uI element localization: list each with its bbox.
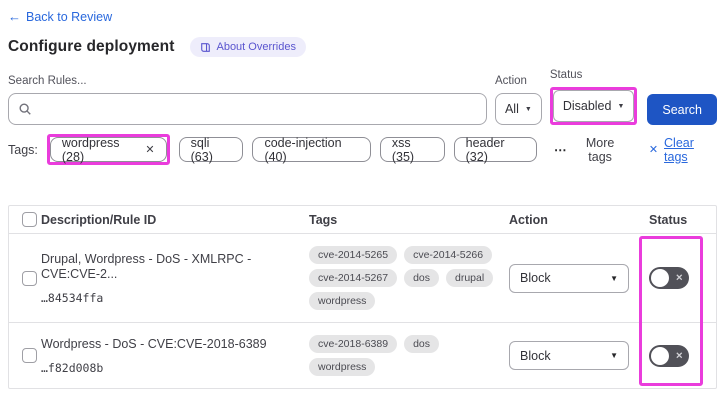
- select-all-checkbox[interactable]: [22, 212, 37, 227]
- clear-tags-link[interactable]: ✕ Clear tags: [649, 136, 717, 164]
- rule-tags: cve-2018-6389 dos wordpress: [309, 335, 499, 376]
- action-dropdown[interactable]: All ▼: [494, 93, 542, 125]
- tag-chip-list: sqli (63) code-injection (40) xss (35) h…: [178, 135, 537, 164]
- search-box: [8, 93, 487, 125]
- column-header-action: Action: [509, 212, 548, 227]
- table-row: Drupal, Wordpress - DoS - XMLRPC - CVE:C…: [9, 234, 716, 323]
- status-dropdown[interactable]: Disabled ▼: [552, 90, 635, 122]
- clear-icon: ✕: [648, 144, 659, 156]
- action-select[interactable]: Block ▼: [509, 263, 629, 293]
- tag-chip-label: header (32): [465, 135, 505, 164]
- more-tags-label: More tags: [585, 135, 615, 164]
- book-icon: [201, 42, 211, 52]
- action-label: Action: [494, 75, 527, 87]
- rules-table-body: Drupal, Wordpress - DoS - XMLRPC - CVE:C…: [9, 234, 716, 388]
- chevron-down-icon: ▼: [617, 102, 625, 110]
- action-select[interactable]: Block ▼: [509, 341, 629, 370]
- configure-deployment-page: ← Back to Review Configure deployment Ab…: [0, 0, 725, 406]
- rule-tag-pill: wordpress: [309, 358, 376, 376]
- rule-tag-pill: dos: [404, 269, 439, 287]
- back-arrow-icon: ←: [8, 9, 21, 24]
- clear-tags-label: Clear tags: [664, 135, 694, 164]
- tags-filter-row: Tags: wordpress (28) ✕ sqli (63) code-in…: [8, 134, 717, 165]
- row-checkbox[interactable]: [22, 270, 37, 286]
- back-to-review-link[interactable]: ← Back to Review: [8, 9, 112, 24]
- tag-chip-label: code-injection (40): [264, 135, 342, 164]
- search-rules-input[interactable]: [9, 94, 486, 124]
- toggle-off-icon: ✕: [675, 272, 683, 283]
- rule-description: Wordpress - DoS - CVE:CVE-2018-6389: [41, 336, 267, 351]
- rule-tag-pill: cve-2014-5265: [309, 246, 398, 264]
- chevron-down-icon: ▼: [524, 105, 532, 113]
- status-dropdown-value: Disabled: [562, 99, 612, 113]
- rule-tags: cve-2014-5265 cve-2014-5266 cve-2014-5267 d…: [309, 246, 499, 310]
- remove-tag-icon[interactable]: ✕: [145, 143, 154, 156]
- action-select-value: Block: [520, 271, 551, 285]
- rules-table: Description/Rule ID Tags Action Status D…: [8, 205, 717, 389]
- rule-description: Drupal, Wordpress - DoS - XMLRPC - CVE:C…: [41, 251, 252, 281]
- chevron-down-icon: ▼: [610, 351, 618, 360]
- action-select-value: Block: [520, 348, 551, 363]
- tag-chip[interactable]: sqli (63): [178, 135, 244, 164]
- filter-row: Search Rules... Action All ▼ Status Disa…: [8, 69, 717, 125]
- status-toggle[interactable]: ✕: [649, 267, 689, 289]
- about-overrides-badge[interactable]: About Overrides: [190, 37, 306, 57]
- toggle-knob: [651, 346, 669, 365]
- ellipsis-icon: ⋯: [553, 143, 568, 157]
- row-checkbox[interactable]: [22, 348, 37, 363]
- tag-chip[interactable]: header (32): [453, 135, 537, 164]
- tag-chip-label: wordpress (28): [61, 135, 120, 164]
- chevron-down-icon: ▼: [610, 273, 618, 283]
- toggle-knob: [651, 269, 669, 287]
- heading-row: Configure deployment About Overrides: [8, 37, 717, 57]
- selected-tag-highlight-annotation: wordpress (28) ✕: [46, 134, 170, 165]
- status-highlight-annotation: Disabled ▼: [549, 87, 638, 125]
- tags-label: Tags:: [8, 142, 38, 157]
- rule-tag-pill: dos: [404, 335, 439, 353]
- rule-tag-pill: cve-2018-6389: [309, 335, 398, 353]
- tag-chip-label: sqli (63): [190, 135, 213, 164]
- rule-tag-pill: drupal: [446, 269, 494, 287]
- status-toggle[interactable]: ✕: [649, 344, 689, 367]
- column-header-description: Description/Rule ID: [41, 212, 157, 227]
- tag-chip-wordpress[interactable]: wordpress (28) ✕: [49, 135, 167, 164]
- tag-chip[interactable]: code-injection (40): [252, 135, 371, 164]
- search-button[interactable]: Search: [647, 94, 717, 125]
- table-row: Wordpress - DoS - CVE:CVE-2018-6389 …f82…: [9, 323, 716, 388]
- action-dropdown-value: All: [504, 102, 519, 116]
- rule-id: …84534ffa: [41, 290, 104, 305]
- column-header-status: Status: [649, 212, 688, 227]
- toggle-off-icon: ✕: [675, 350, 683, 360]
- search-rules-label: Search Rules...: [8, 75, 87, 87]
- page-title: Configure deployment: [8, 38, 175, 55]
- column-header-tags: Tags: [309, 212, 338, 227]
- rule-id: …f82d008b: [41, 360, 104, 375]
- more-tags-button[interactable]: ⋯ More tags: [554, 136, 626, 164]
- about-overrides-label: About Overrides: [216, 41, 296, 53]
- tag-chip[interactable]: xss (35): [379, 135, 445, 164]
- table-header-row: Description/Rule ID Tags Action Status: [9, 206, 716, 234]
- tag-chip-label: xss (35): [391, 135, 415, 164]
- rule-tag-pill: cve-2014-5267: [309, 269, 398, 287]
- rule-tag-pill: wordpress: [309, 292, 376, 310]
- back-link-label: Back to Review: [26, 9, 113, 24]
- rule-tag-pill: cve-2014-5266: [404, 246, 493, 264]
- status-label: Status: [549, 69, 583, 81]
